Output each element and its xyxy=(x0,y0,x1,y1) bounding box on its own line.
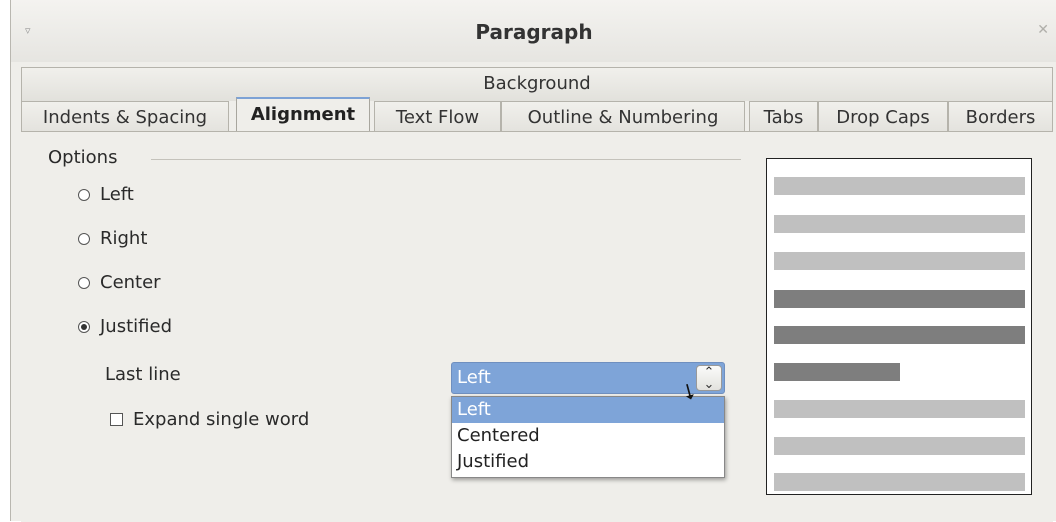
dropdown-option-centered[interactable]: Centered xyxy=(452,423,724,449)
alignment-panel: Options Left Right Center Justified Last… xyxy=(21,131,1053,522)
radio-right[interactable]: Right xyxy=(78,228,147,249)
alignment-preview xyxy=(766,158,1032,495)
radio-justified[interactable]: Justified xyxy=(78,316,172,337)
last-line-dropdown-list[interactable]: Left Centered Justified xyxy=(451,396,725,478)
options-divider xyxy=(151,159,741,160)
radio-center-indicator[interactable] xyxy=(78,276,90,289)
radio-right-label: Right xyxy=(100,228,148,249)
expand-single-word-label: Expand single word xyxy=(133,409,310,430)
preview-line-current-last xyxy=(774,363,900,381)
last-line-label: Last line xyxy=(105,364,181,385)
tab-drop-caps[interactable]: Drop Caps xyxy=(818,101,948,135)
title-bar: ▿ Paragraph ✕ xyxy=(11,0,1056,62)
radio-justified-indicator[interactable] xyxy=(78,320,90,333)
tab-tabs[interactable]: Tabs xyxy=(749,101,818,135)
preview-line-before xyxy=(774,215,1025,233)
window-title: Paragraph xyxy=(475,20,593,44)
radio-left-label: Left xyxy=(100,184,134,205)
preview-line-before xyxy=(774,177,1025,195)
dropdown-option-justified[interactable]: Justified xyxy=(452,449,724,475)
radio-left-indicator[interactable] xyxy=(78,188,90,201)
preview-line-before xyxy=(774,252,1025,270)
tab-alignment[interactable]: Alignment xyxy=(236,97,370,133)
last-line-select-value: Left xyxy=(457,367,491,388)
paragraph-dialog: ▿ Paragraph ✕ Background Indents & Spaci… xyxy=(10,0,1056,522)
radio-center-label: Center xyxy=(100,272,161,293)
expand-single-word-checkbox[interactable]: Expand single word xyxy=(110,409,309,430)
tab-text-flow[interactable]: Text Flow xyxy=(374,101,501,135)
chevron-up-down-icon[interactable]: ⌃ ⌄ xyxy=(696,365,722,391)
checkbox-indicator[interactable] xyxy=(110,413,123,426)
radio-center[interactable]: Center xyxy=(78,272,161,293)
tab-background[interactable]: Background xyxy=(21,67,1053,101)
tab-indents-spacing[interactable]: Indents & Spacing xyxy=(21,101,229,135)
preview-line-after xyxy=(774,400,1025,418)
tab-outline-numbering[interactable]: Outline & Numbering xyxy=(501,101,745,135)
radio-left[interactable]: Left xyxy=(78,184,134,205)
dropdown-option-left[interactable]: Left xyxy=(452,397,724,423)
radio-justified-label: Justified xyxy=(100,316,172,337)
tab-borders[interactable]: Borders xyxy=(948,101,1053,135)
preview-line-current xyxy=(774,290,1025,308)
options-group-label: Options xyxy=(48,147,118,168)
close-icon[interactable]: ✕ xyxy=(1037,22,1049,38)
preview-line-after xyxy=(774,437,1025,455)
preview-line-current xyxy=(774,326,1025,344)
preview-line-after xyxy=(774,473,1025,491)
radio-right-indicator[interactable] xyxy=(78,232,90,245)
